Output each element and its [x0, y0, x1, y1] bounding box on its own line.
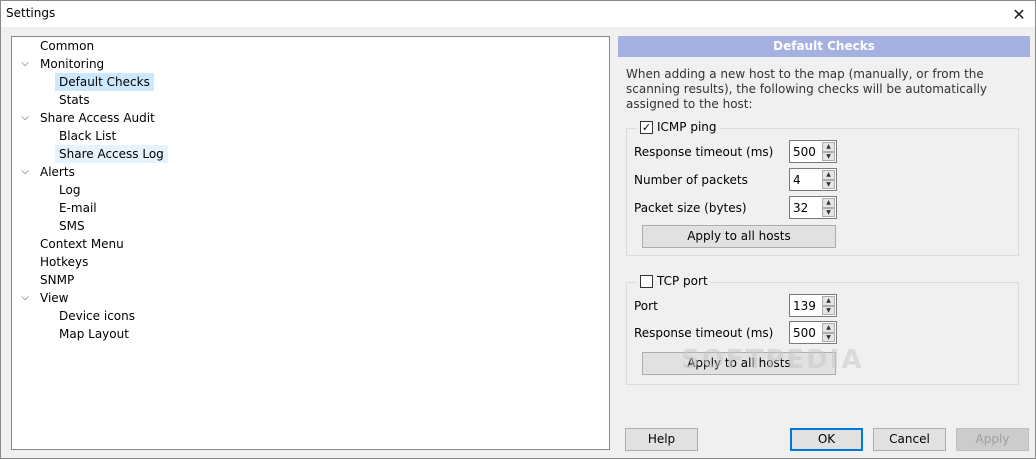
help-button[interactable]: Help — [625, 428, 698, 451]
response-timeout-stepper[interactable]: 500 ▲ ▼ — [789, 140, 837, 163]
arrow-down-icon[interactable]: ▼ — [822, 151, 835, 161]
tree-item-log[interactable]: Log — [55, 181, 84, 199]
tree-item-label: SMS — [59, 219, 85, 233]
tree-item-label: E-mail — [59, 201, 97, 215]
tree-item-label: Black List — [59, 129, 117, 143]
tree-item-context-menu[interactable]: Context Menu — [36, 235, 128, 253]
tree-item-label: Log — [59, 183, 81, 197]
panel-description: When adding a new host to the map (manua… — [626, 67, 988, 111]
title-bar: Settings ✕ — [1, 1, 1035, 27]
arrow-up-icon[interactable]: ▲ — [822, 296, 835, 306]
tree-item-default-checks[interactable]: Default Checks — [55, 73, 154, 91]
tree-item-share-access-log[interactable]: Share Access Log — [55, 145, 168, 163]
tree-item-view[interactable]: ⌵ View — [21, 289, 72, 307]
tree-item-label: Hotkeys — [40, 255, 89, 269]
chevron-down-icon[interactable]: ⌵ — [19, 163, 31, 181]
tree-item-label: Common — [40, 39, 95, 53]
tree-item-hotkeys[interactable]: Hotkeys — [36, 253, 92, 271]
arrow-down-icon[interactable]: ▼ — [822, 179, 835, 189]
tree-item-label: Map Layout — [59, 327, 129, 341]
tree-item-label: Stats — [59, 93, 90, 107]
tree-item-label: Monitoring — [40, 57, 105, 71]
packet-size-label: Packet size (bytes) — [634, 201, 747, 215]
tree-item-common[interactable]: Common — [36, 37, 98, 55]
port-stepper[interactable]: 139 ▲ ▼ — [789, 294, 837, 317]
tcp-port-label: TCP port — [657, 274, 708, 288]
arrow-up-icon[interactable]: ▲ — [822, 170, 835, 180]
number-of-packets-value: 4 — [793, 173, 801, 187]
window-title: Settings — [6, 6, 56, 20]
tree-item-label: View — [40, 291, 69, 305]
tree-item-device-icons[interactable]: Device icons — [55, 307, 139, 325]
icmp-ping-label: ICMP ping — [657, 120, 717, 134]
tree-item-sms[interactable]: SMS — [55, 217, 89, 235]
chevron-down-icon[interactable]: ⌵ — [19, 289, 31, 307]
tree-item-label: SNMP — [40, 273, 75, 287]
ok-button[interactable]: OK — [790, 428, 863, 451]
tree-item-email[interactable]: E-mail — [55, 199, 101, 217]
response-timeout-label: Response timeout (ms) — [634, 145, 774, 159]
arrow-up-icon[interactable]: ▲ — [822, 142, 835, 152]
arrow-down-icon[interactable]: ▼ — [822, 305, 835, 315]
tree-item-black-list[interactable]: Black List — [55, 127, 120, 145]
apply-button[interactable]: Apply — [956, 428, 1029, 451]
tcp-port-group: TCP port Port 139 ▲ ▼ Response timeout (… — [626, 274, 1019, 385]
tree-item-map-layout[interactable]: Map Layout — [55, 325, 133, 343]
tcp-response-timeout-value: 500 — [793, 326, 816, 340]
arrow-up-icon[interactable]: ▲ — [822, 323, 835, 333]
panel-header: Default Checks — [618, 36, 1030, 57]
response-timeout-value: 500 — [793, 145, 816, 159]
packet-size-stepper[interactable]: 32 ▲ ▼ — [789, 196, 837, 219]
tree-item-label: Share Access Audit — [40, 111, 155, 125]
port-value: 139 — [793, 299, 816, 313]
tcp-port-legend: TCP port — [637, 274, 711, 288]
tree-item-label: Context Menu — [40, 237, 124, 251]
arrow-up-icon[interactable]: ▲ — [822, 198, 835, 208]
number-of-packets-stepper[interactable]: 4 ▲ ▼ — [789, 168, 837, 191]
close-icon[interactable]: ✕ — [1003, 1, 1035, 27]
icmp-ping-checkbox[interactable]: ✓ — [640, 120, 653, 134]
settings-window: Settings ✕ Common ⌵ Monitoring Default C… — [0, 0, 1036, 459]
chevron-down-icon[interactable]: ⌵ — [19, 55, 31, 73]
port-label: Port — [634, 299, 658, 313]
tree-item-label: Alerts — [40, 165, 75, 179]
tree-item-label: Default Checks — [55, 73, 154, 91]
packet-size-value: 32 — [793, 201, 809, 215]
arrow-down-icon[interactable]: ▼ — [822, 332, 835, 342]
icmp-ping-legend: ✓ ICMP ping — [637, 120, 720, 134]
tcp-response-timeout-stepper[interactable]: 500 ▲ ▼ — [789, 321, 837, 344]
tree-item-monitoring[interactable]: ⌵ Monitoring — [21, 55, 108, 73]
tree-item-stats[interactable]: Stats — [55, 91, 94, 109]
arrow-down-icon[interactable]: ▼ — [822, 207, 835, 217]
tree-item-snmp[interactable]: SNMP — [36, 271, 78, 289]
icmp-ping-group: ✓ ICMP ping Response timeout (ms) 500 ▲ … — [626, 120, 1019, 256]
tree-item-share-access-audit[interactable]: ⌵ Share Access Audit — [21, 109, 159, 127]
tcp-port-checkbox[interactable] — [640, 274, 653, 288]
icmp-apply-to-all-hosts-button[interactable]: Apply to all hosts — [642, 225, 836, 248]
tree-item-label: Share Access Log — [55, 145, 168, 163]
tcp-response-timeout-label: Response timeout (ms) — [634, 326, 774, 340]
chevron-down-icon[interactable]: ⌵ — [19, 109, 31, 127]
tree-item-alerts[interactable]: ⌵ Alerts — [21, 163, 79, 181]
number-of-packets-label: Number of packets — [634, 173, 748, 187]
tree-item-label: Device icons — [59, 309, 135, 323]
tcp-apply-to-all-hosts-button[interactable]: Apply to all hosts — [642, 352, 836, 375]
cancel-button[interactable]: Cancel — [873, 428, 946, 451]
settings-tree[interactable]: Common ⌵ Monitoring Default Checks Stats… — [11, 36, 610, 450]
